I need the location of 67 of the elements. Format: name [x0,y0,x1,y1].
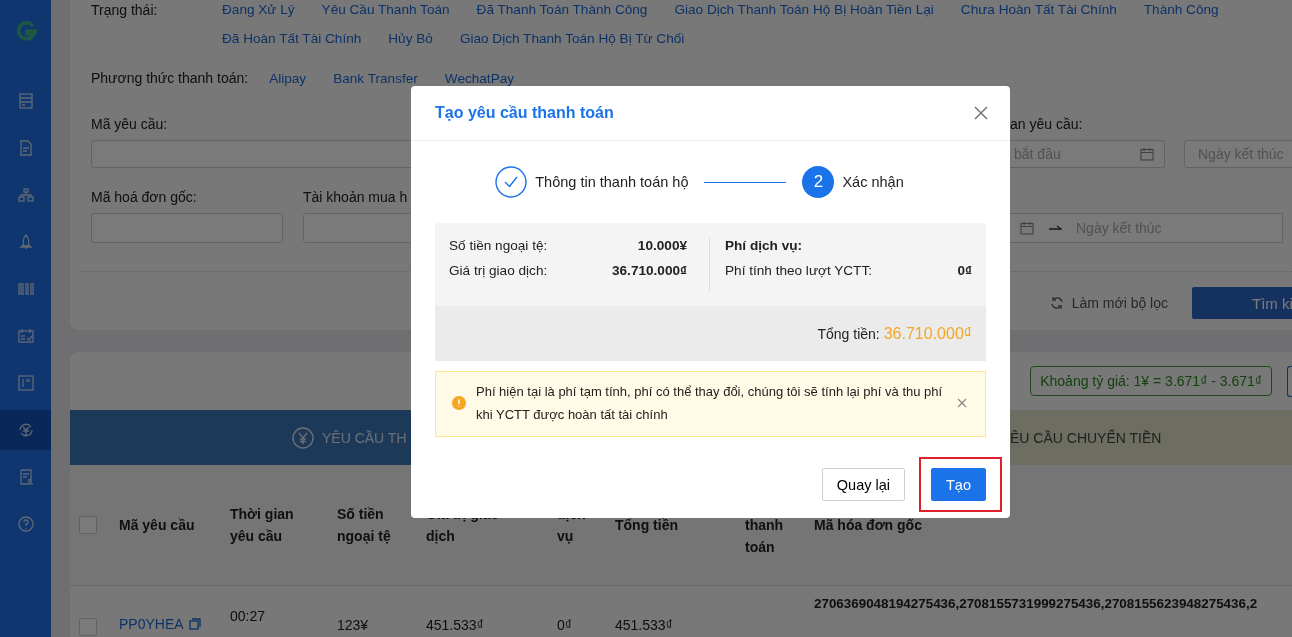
payment-method-link[interactable]: Alipay [269,71,307,86]
status-label: Trạng thái: [91,2,159,20]
back-button[interactable]: Quay lại [821,468,905,501]
table-cell: 00:27 [230,608,266,624]
field-label: Tài khoản mua h [303,189,408,205]
summary-label: Số tiền ngoại tệ: [449,238,548,253]
status-filter-link[interactable]: Đã Thanh Toán Thành Công [476,2,648,17]
board-icon [16,373,35,392]
table-cell: 451.533₫ [426,617,484,633]
status-filter-link[interactable]: Yêu Cầu Thanh Toán [321,2,450,17]
column-header: Số tiền ngoại tệ [337,505,392,546]
list-icon [16,91,35,110]
fee-title: Phí dịch vụ: [725,238,804,253]
sitemap-icon [16,185,35,204]
column-header: Mã yêu cầu [119,516,196,535]
summary-label: Phí tính theo lượt YCTT: [725,263,872,278]
refresh-icon [1049,296,1064,310]
summary-value: 36.710.000₫ [612,263,687,278]
column-header: Mã hóa đơn gốc [814,516,923,535]
total-label: Tổng tiền: [817,325,880,342]
checkbox[interactable] [79,618,97,636]
status-filter-link[interactable]: Đang Xử Lý [222,2,295,17]
reset-filter-button[interactable]: Làm mới bộ lọc [1039,287,1178,319]
summary-label: Giá trị giao dịch: [449,263,548,278]
request-code-link[interactable]: PP0YHEA [119,616,184,632]
sidebar-item[interactable] [0,410,51,450]
total-value: 36.710.000₫ [883,324,972,343]
payment-method-link[interactable]: Bank Transfer [333,71,418,86]
status-filter-link[interactable]: Giao Dịch Thanh Toán Hộ Bị Từ Chối [459,31,685,46]
table-cell: 2706369048194275436,2708155731999275436,2708155623948275436,2 [814,596,1258,611]
column-header: Thời gian yêu cầu [230,505,295,546]
checkbox[interactable] [79,516,97,534]
status-filter-link[interactable]: Thành Công [1143,2,1219,17]
close-icon[interactable] [957,398,967,408]
field-label: Mã hoá đơn gốc: [91,189,197,205]
step-label: Xác nhận [842,174,904,190]
yen-exchange-icon [16,421,35,439]
yen-icon [292,426,314,449]
table-cell: 0₫ [557,617,572,633]
table-cell: 451.533₫ [615,617,673,633]
table-cell: 123¥ [337,617,369,633]
step-number: 2 [802,166,835,198]
column-header: thanh toán [745,516,785,557]
status-filter-link[interactable]: Hủy Bỏ [388,31,433,46]
status-filter-link[interactable]: Giao Dịch Thanh Toán Hộ Bị Hoàn Tiền Lại [674,2,934,17]
summary-value: 0₫ [957,263,972,278]
step-label: Thông tin thanh toán hộ [535,174,689,190]
field-label: Mã yêu cầu: [91,116,168,132]
calendar-check-icon [16,326,35,345]
calendar-icon [1140,147,1154,161]
payment-method-label: Phương thức thanh toán: [91,70,249,86]
payment-method-link[interactable]: WechatPay [444,71,515,86]
status-filter-link[interactable]: Đã Hoàn Tất Tài Chính [222,31,362,46]
column-header: Tổng tiền [615,516,679,535]
summary-value: 10.000¥ [637,238,687,253]
close-icon[interactable] [974,106,988,120]
create-button[interactable]: Tạo [931,468,986,501]
exchange-rate-badge: Khoảng tỷ giá: 1¥ = 3.671₫ - 3.671₫ [1030,366,1272,396]
field-label: an yêu cầu: [1010,116,1083,132]
help-icon [16,514,35,533]
logo-icon [14,20,37,42]
dialog-title: Tạo yêu cầu thanh toán [435,104,614,122]
copy-icon[interactable] [188,618,201,630]
status-filter-link[interactable]: Chưa Hoàn Tất Tài Chính [960,2,1117,17]
calendar-icon [1020,221,1034,235]
warning-icon [452,396,466,410]
search-button[interactable]: Tìm ki [1192,287,1292,319]
